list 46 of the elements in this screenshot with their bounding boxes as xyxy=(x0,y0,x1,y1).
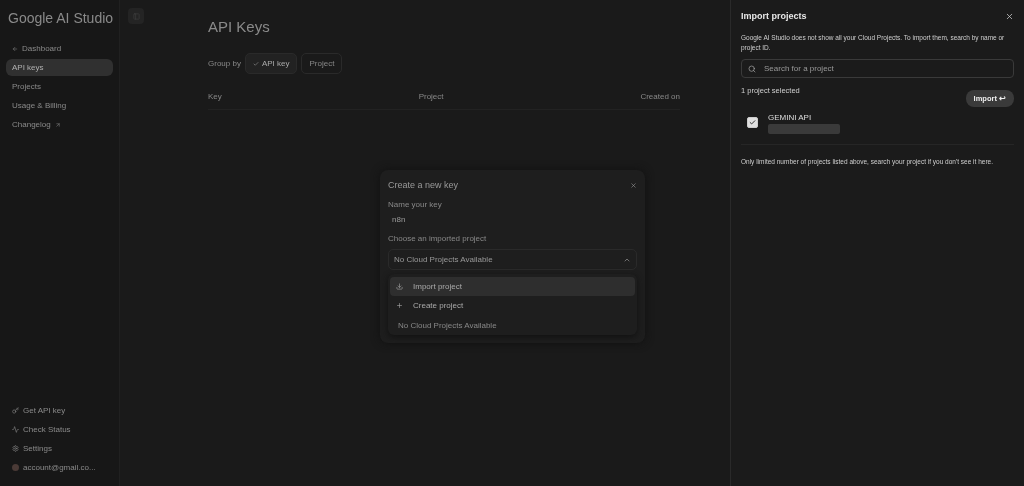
logo: Google AI Studio xyxy=(7,9,113,28)
page-title: API Keys xyxy=(208,18,271,35)
avatar-icon xyxy=(12,464,19,471)
search-field[interactable]: Search for a project xyxy=(762,63,1007,74)
back-arrow-icon xyxy=(12,45,18,52)
close-button[interactable] xyxy=(1005,11,1014,21)
redacted-id xyxy=(768,124,840,134)
menu-note: No Cloud Projects Available xyxy=(397,320,498,332)
sidebar-item[interactable]: Usage & Billing xyxy=(6,97,113,114)
search-box[interactable]: Search for a project xyxy=(741,59,1014,78)
group-by-label: Group by xyxy=(208,59,241,68)
search-icon xyxy=(748,64,756,73)
column-header: Key xyxy=(208,92,222,101)
external-link-icon xyxy=(54,121,61,128)
field-label: Choose an imported project xyxy=(388,234,488,243)
project-select[interactable]: No Cloud Projects Available xyxy=(388,249,637,270)
column-header: Created on xyxy=(640,92,680,101)
close-icon[interactable] xyxy=(630,181,637,189)
checkbox[interactable] xyxy=(747,117,758,128)
sidebar-item[interactable]: Changelog xyxy=(6,116,113,133)
dialog-title: Create a new key xyxy=(388,180,459,190)
column-header: Project xyxy=(418,92,444,101)
project-name: GEMINI API xyxy=(768,113,813,122)
sidebar-toggle-button[interactable] xyxy=(128,8,144,24)
sidebar-item[interactable]: API keys xyxy=(6,59,113,76)
menu-item[interactable]: Import project xyxy=(390,277,635,296)
sidebar-item[interactable]: Projects xyxy=(6,78,113,95)
field-label: Name your key xyxy=(388,200,443,209)
key-icon xyxy=(12,407,19,414)
sidebar-item[interactable]: Dashboard xyxy=(6,40,113,57)
sidebar-item[interactable]: account@gmail.co... xyxy=(6,459,113,476)
download-icon xyxy=(396,283,403,290)
panel-title: Import projects xyxy=(741,11,807,21)
group-by-chip[interactable]: Project xyxy=(301,53,343,74)
settings-icon xyxy=(12,445,19,452)
sidebar-item[interactable]: Get API key xyxy=(6,402,113,419)
check-icon xyxy=(749,119,756,126)
key-name-field[interactable]: n8n xyxy=(388,215,637,234)
activity-icon xyxy=(12,426,19,433)
plus-icon xyxy=(396,302,403,309)
check-icon xyxy=(252,60,259,67)
menu-item[interactable]: Create project xyxy=(390,296,635,315)
sidebar-item[interactable]: Check Status xyxy=(6,421,113,438)
group-by-chip[interactable]: API key xyxy=(244,53,298,74)
close-icon xyxy=(1005,11,1014,21)
sidebar-item[interactable]: Settings xyxy=(6,440,113,457)
